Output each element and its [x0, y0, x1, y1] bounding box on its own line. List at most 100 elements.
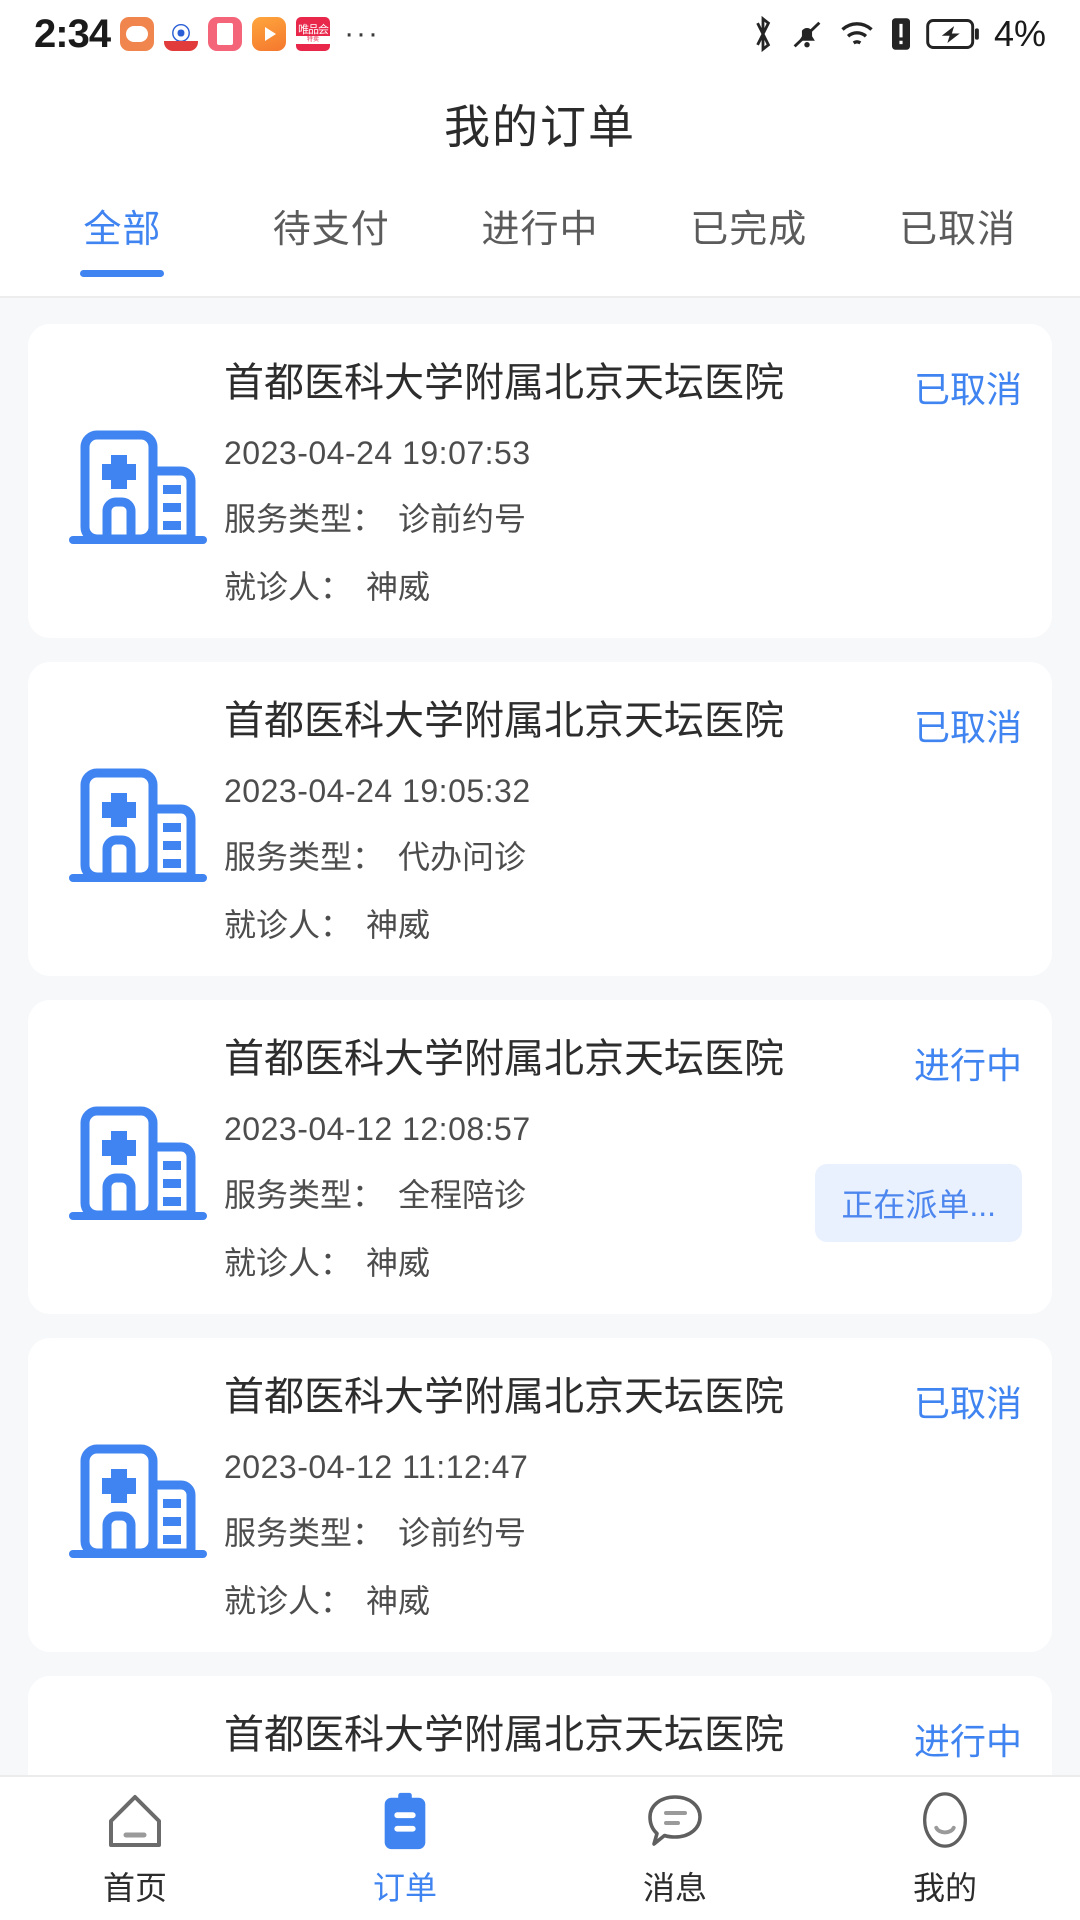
order-status-badge: 进行中	[913, 1045, 1022, 1086]
page-title: 我的订单	[444, 101, 636, 153]
order-details: 首都医科大学附属北京天坛医院 进行中 2023-04-10 11:47:36 服…	[218, 1710, 1022, 1775]
order-card[interactable]: 首都医科大学附属北京天坛医院 进行中 2023-04-12 12:08:57 服…	[28, 1000, 1052, 1314]
order-details: 首都医科大学附属北京天坛医院 已取消 2023-04-24 19:07:53 服…	[218, 358, 1022, 608]
nav-item-home[interactable]: 首页	[0, 1777, 270, 1920]
tab-all-label: 全部	[83, 209, 162, 251]
hospital-icon-wrap	[58, 696, 218, 946]
hospital-icon	[63, 1765, 213, 1775]
nav-item-messages[interactable]: 消息	[540, 1777, 810, 1920]
order-patient-row: 就诊人： 神威	[224, 1238, 1022, 1284]
service-type-label: 服务类型：	[224, 839, 385, 875]
status-bar-left: 2:34 ⦿ 唯品会 特卖 ···	[34, 12, 380, 57]
order-hospital-name: 首都医科大学附属北京天坛医院	[224, 699, 784, 743]
service-type-label: 服务类型：	[224, 1515, 385, 1551]
tab-completed[interactable]: 已完成	[644, 180, 853, 253]
video-app-icon	[252, 17, 287, 51]
patient-value: 神威	[366, 1245, 431, 1281]
dispatching-button[interactable]: 正在派单...	[815, 1164, 1022, 1242]
nav-item-profile-label: 我的	[912, 1869, 977, 1906]
service-type-value: 代办问诊	[398, 839, 527, 875]
book-app-icon	[208, 17, 243, 51]
order-hospital-name: 首都医科大学附属北京天坛医院	[224, 361, 784, 405]
order-header: 首都医科大学附属北京天坛医院 已取消	[224, 696, 1022, 751]
order-card[interactable]: 首都医科大学附属北京天坛医院 已取消 2023-04-24 19:05:32 服…	[28, 662, 1052, 976]
order-service-type-row: 服务类型： 代办问诊	[224, 832, 1022, 878]
order-status-badge: 已取消	[913, 1383, 1022, 1424]
battery-percent: 4%	[993, 13, 1046, 54]
hospital-icon	[69, 1444, 207, 1558]
tab-pending-payment[interactable]: 待支付	[227, 180, 436, 253]
order-details: 首都医科大学附属北京天坛医院 已取消 2023-04-24 19:05:32 服…	[218, 696, 1022, 946]
patient-label: 就诊人：	[224, 569, 353, 605]
bluetooth-icon	[750, 14, 776, 54]
patient-value: 神威	[366, 1583, 431, 1619]
person-icon	[917, 1789, 973, 1851]
nav-item-messages-label: 消息	[642, 1869, 707, 1906]
order-status-badge: 已取消	[913, 707, 1022, 748]
status-overflow-icon: ···	[344, 17, 381, 50]
tab-active-indicator	[80, 270, 165, 277]
hospital-icon-wrap	[58, 1710, 218, 1775]
clipboard-icon	[376, 1789, 434, 1851]
sim-alert-icon	[890, 16, 912, 52]
patient-label: 就诊人：	[224, 907, 353, 943]
patient-label: 就诊人：	[224, 1583, 353, 1619]
order-card[interactable]: 首都医科大学附属北京天坛医院 已取消 2023-04-24 19:07:53 服…	[28, 324, 1052, 638]
service-type-label: 服务类型：	[224, 1177, 385, 1213]
order-header: 首都医科大学附属北京天坛医院 已取消	[224, 358, 1022, 413]
page-header: 我的订单	[0, 68, 1080, 180]
wifi-icon	[838, 16, 876, 52]
tab-pending-payment-label: 待支付	[272, 209, 390, 251]
order-service-type-row: 服务类型： 诊前约号	[224, 494, 1022, 540]
order-header: 首都医科大学附属北京天坛医院 进行中	[224, 1034, 1022, 1089]
order-status-tabs[interactable]: 全部 待支付 进行中 已完成 已取消	[0, 180, 1080, 298]
order-hospital-name: 首都医科大学附属北京天坛医院	[224, 1713, 784, 1757]
tab-completed-label: 已完成	[690, 209, 808, 251]
service-type-value: 诊前约号	[398, 501, 527, 537]
hospital-icon-wrap	[58, 1034, 218, 1284]
order-status-badge: 已取消	[913, 369, 1022, 410]
order-service-type-row: 服务类型： 诊前约号	[224, 1508, 1022, 1554]
patient-value: 神威	[366, 907, 431, 943]
nav-item-profile[interactable]: 我的	[810, 1777, 1080, 1920]
order-details: 首都医科大学附属北京天坛医院 已取消 2023-04-12 11:12:47 服…	[218, 1372, 1022, 1622]
tab-cancelled[interactable]: 已取消	[853, 180, 1062, 253]
order-header: 首都医科大学附属北京天坛医院 已取消	[224, 1372, 1022, 1427]
shop-app-icon: 唯品会 特卖	[296, 17, 331, 51]
order-datetime: 2023-04-24 19:05:32	[224, 773, 531, 809]
hospital-icon	[69, 430, 207, 544]
order-card[interactable]: 首都医科大学附属北京天坛医院 进行中 2023-04-10 11:47:36 服…	[28, 1676, 1052, 1775]
order-datetime: 2023-04-24 19:07:53	[224, 435, 531, 471]
hospital-icon	[69, 768, 207, 882]
tab-all[interactable]: 全部	[18, 180, 227, 277]
order-hospital-name: 首都医科大学附属北京天坛医院	[224, 1037, 784, 1081]
status-bar-right: 4%	[750, 13, 1046, 55]
status-bar: 2:34 ⦿ 唯品会 特卖 ··· 4%	[0, 0, 1080, 68]
patient-value: 神威	[366, 569, 431, 605]
status-time: 2:34	[34, 11, 111, 56]
message-app-icon	[120, 17, 155, 51]
battery-charging-icon	[926, 17, 980, 51]
service-type-value: 全程陪诊	[398, 1177, 527, 1213]
order-hospital-name: 首都医科大学附属北京天坛医院	[224, 1375, 784, 1419]
order-card[interactable]: 首都医科大学附属北京天坛医院 已取消 2023-04-12 11:12:47 服…	[28, 1338, 1052, 1652]
order-header: 首都医科大学附属北京天坛医院 进行中	[224, 1710, 1022, 1765]
tab-in-progress[interactable]: 进行中	[436, 180, 645, 253]
hospital-icon	[69, 1106, 207, 1220]
order-datetime: 2023-04-12 11:12:47	[224, 1449, 529, 1485]
order-list[interactable]: 首都医科大学附属北京天坛医院 已取消 2023-04-24 19:07:53 服…	[0, 300, 1080, 1775]
nav-item-home-label: 首页	[102, 1869, 167, 1906]
nav-item-orders-label: 订单	[372, 1869, 437, 1906]
order-patient-row: 就诊人： 神威	[224, 562, 1022, 608]
hospital-icon-wrap	[58, 358, 218, 608]
bottom-navigation[interactable]: 首页 订单 消息 我的	[0, 1775, 1080, 1920]
order-patient-row: 就诊人： 神威	[224, 1576, 1022, 1622]
hospital-icon-wrap	[58, 1372, 218, 1622]
baidu-app-icon: ⦿	[164, 17, 199, 51]
home-icon	[104, 1789, 166, 1851]
order-patient-row: 就诊人： 神威	[224, 900, 1022, 946]
nav-item-orders[interactable]: 订单	[270, 1777, 540, 1920]
chat-bubble-icon	[644, 1789, 706, 1851]
order-status-badge: 进行中	[913, 1721, 1022, 1762]
patient-label: 就诊人：	[224, 1245, 353, 1281]
